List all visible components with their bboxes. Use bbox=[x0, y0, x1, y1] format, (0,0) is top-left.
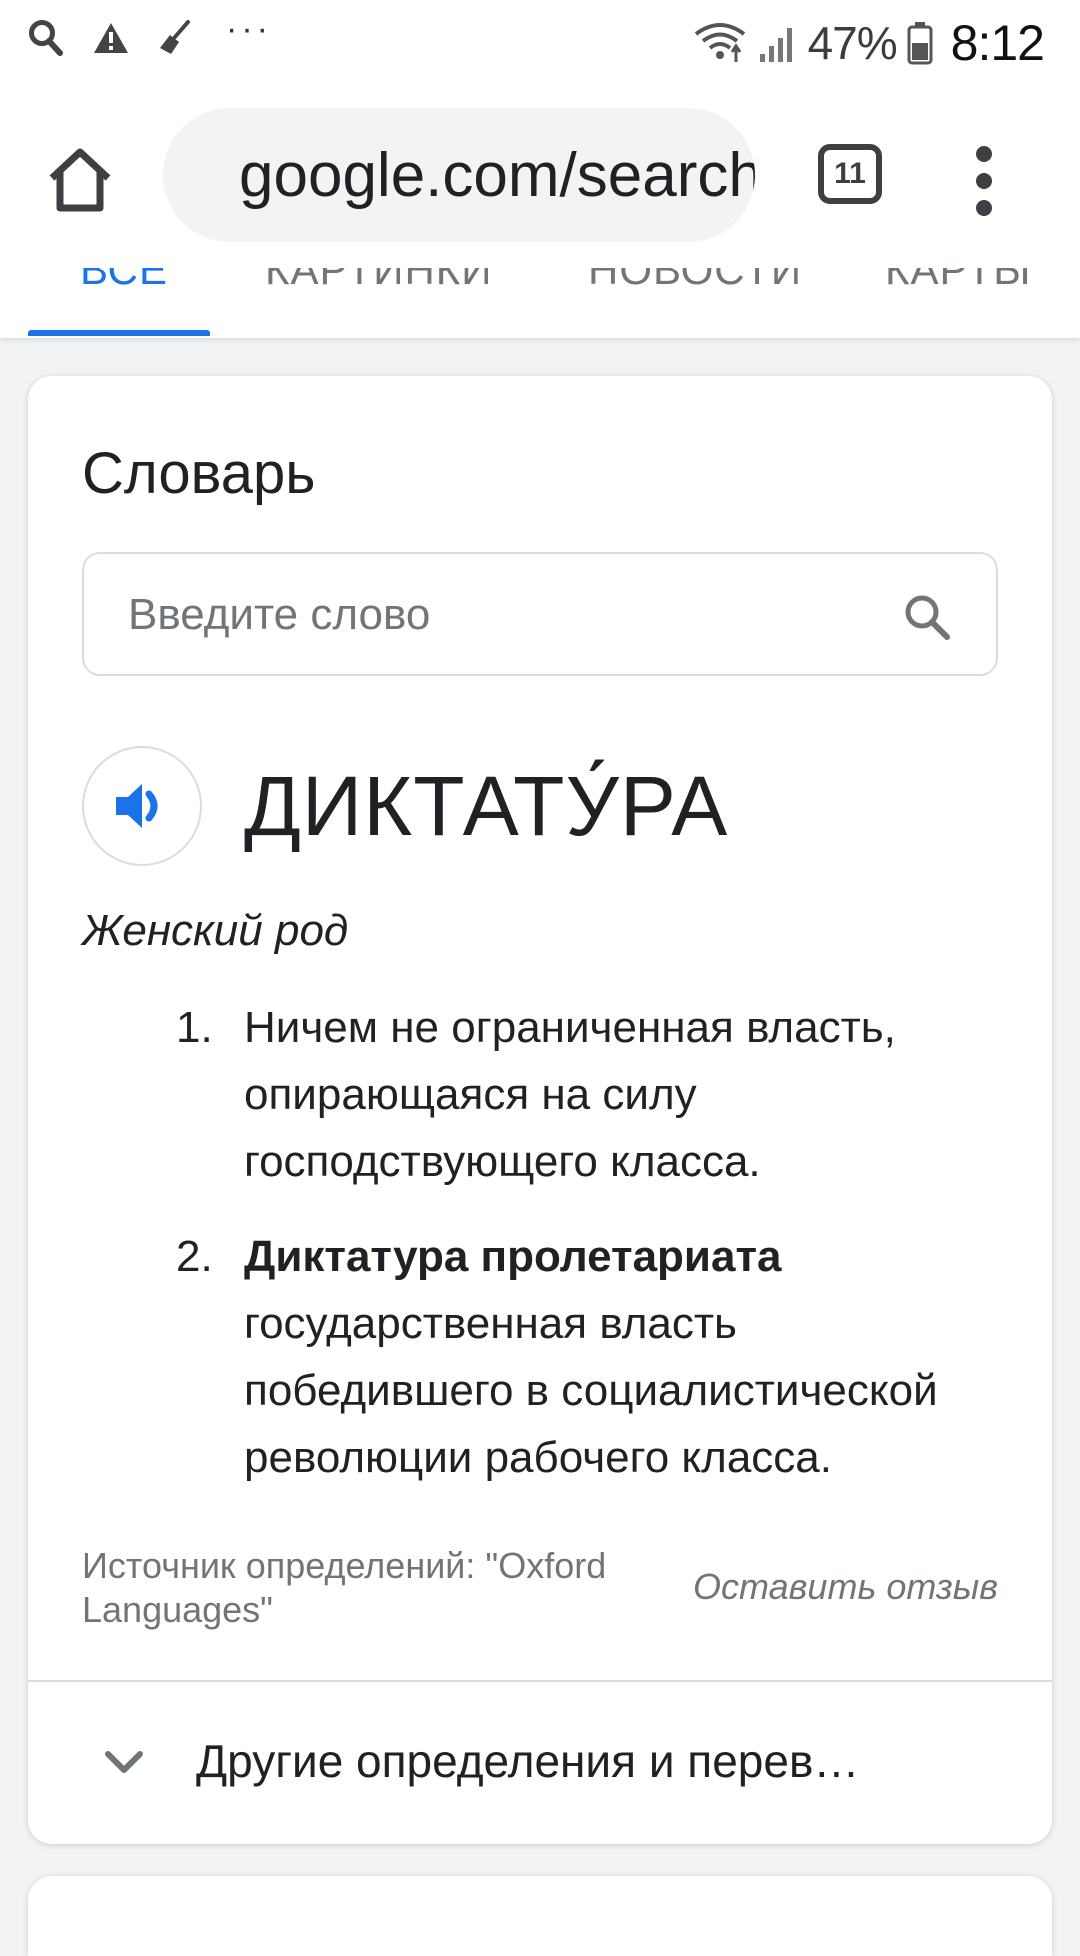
definition-source: Источник определений: "Oxford Languages" bbox=[82, 1545, 607, 1630]
status-bar: ··· 47% 8:12 bbox=[0, 0, 1080, 88]
part-of-speech: Женский род bbox=[82, 906, 349, 955]
status-icons-right: 47% 8:12 bbox=[692, 14, 1045, 72]
search-tabs: ВСЕ КАРТИНКИ НОВОСТИ КАРТЫ bbox=[0, 268, 1080, 338]
tab-maps[interactable]: КАРТЫ bbox=[885, 268, 1031, 294]
dictionary-search-box[interactable] bbox=[82, 552, 998, 676]
definition-number: 2. bbox=[176, 1232, 213, 1281]
active-tab-indicator bbox=[28, 330, 210, 336]
definition-text: государственная власть победившего в соц… bbox=[244, 1299, 938, 1482]
definition-term: Диктатура пролетариата bbox=[244, 1232, 782, 1281]
more-definitions-toggle[interactable]: Другие определения и перев… bbox=[28, 1682, 1052, 1844]
battery-percent: 47% bbox=[807, 17, 898, 69]
tabs-switcher-button[interactable]: 11 bbox=[818, 144, 882, 204]
status-icons-left: ··· bbox=[28, 10, 272, 57]
card-title: Словарь bbox=[82, 441, 316, 506]
dictionary-card: Словарь ДИКТАТУ́РА Женский род 1. Ничем … bbox=[28, 376, 1052, 1844]
definition-item: 1. Ничем не ограниченная власть, опирающ… bbox=[148, 994, 1008, 1195]
definition-number: 1. bbox=[176, 1003, 213, 1052]
tab-news[interactable]: НОВОСТИ bbox=[588, 268, 802, 294]
wifi-icon bbox=[694, 23, 745, 62]
tab-count: 11 bbox=[834, 157, 866, 190]
search-icon[interactable] bbox=[902, 592, 952, 642]
address-bar[interactable]: google.com/search bbox=[163, 108, 755, 242]
search-icon bbox=[29, 19, 63, 56]
headword: ДИКТАТУ́РА bbox=[244, 759, 729, 853]
warning-icon bbox=[94, 22, 128, 53]
browser-toolbar: google.com/search 11 bbox=[0, 88, 1080, 268]
definitions-list: 1. Ничем не ограниченная власть, опирающ… bbox=[148, 994, 1008, 1519]
pronunciation-button[interactable] bbox=[82, 746, 202, 866]
more-vert-icon[interactable] bbox=[972, 146, 996, 216]
definition-text: Ничем не ограниченная власть, опирающаяс… bbox=[244, 1003, 896, 1186]
definition-item: 2. Диктатура пролетариата государственна… bbox=[148, 1223, 1008, 1491]
more-notifications-icon: ··· bbox=[226, 10, 272, 48]
chevron-down-icon bbox=[105, 1751, 143, 1773]
home-icon[interactable] bbox=[44, 144, 116, 216]
tab-images[interactable]: КАРТИНКИ bbox=[265, 268, 492, 294]
signal-icon bbox=[759, 28, 792, 62]
next-result-card bbox=[28, 1876, 1052, 1956]
more-definitions-label: Другие определения и перев… bbox=[196, 1735, 860, 1787]
feedback-link[interactable]: Оставить отзыв bbox=[693, 1566, 998, 1608]
speaker-icon bbox=[116, 784, 158, 828]
word-input[interactable] bbox=[126, 554, 890, 676]
battery-icon bbox=[907, 22, 933, 65]
url-text[interactable]: google.com/search bbox=[239, 140, 755, 211]
broom-icon bbox=[160, 19, 190, 54]
clock: 8:12 bbox=[950, 15, 1045, 71]
tab-all[interactable]: ВСЕ bbox=[80, 268, 168, 294]
